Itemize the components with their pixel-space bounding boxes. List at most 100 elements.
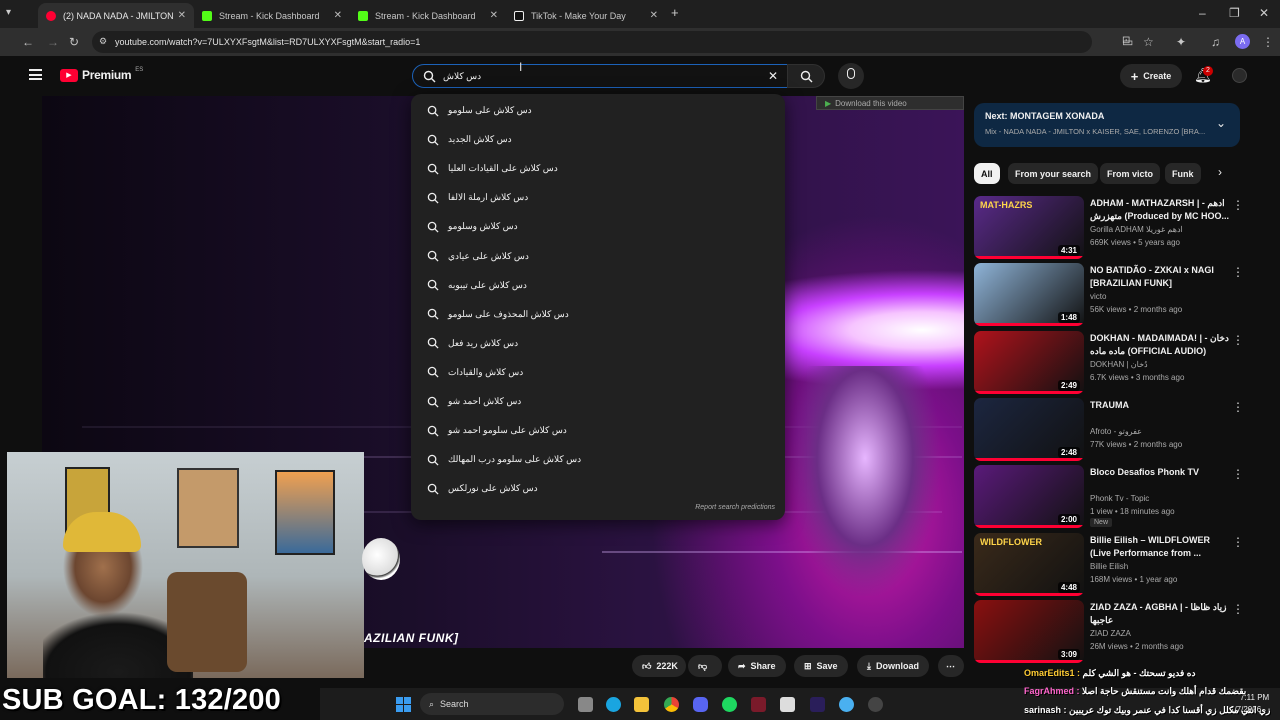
recommended-video[interactable]: 2:48 TRAUMA Afroto - عفروتو 77K views • 2 m… (974, 397, 1244, 462)
tab-tiktok[interactable]: TikTok - Make Your Day ✕ (506, 3, 666, 28)
search-input[interactable]: دس كلاش (443, 71, 481, 82)
dislike-button[interactable]: 👎︎ (688, 655, 722, 677)
search-suggestion[interactable]: دس كلاش الجديد (411, 125, 785, 154)
extensions-icon[interactable]: ✦ (1176, 35, 1186, 49)
site-info-icon[interactable]: ⚙ (99, 36, 107, 47)
chrome-icon[interactable] (664, 697, 679, 712)
search-suggestion[interactable]: دس كلاش على سلومو (411, 96, 785, 125)
close-icon[interactable]: ✕ (334, 10, 342, 21)
app-icon[interactable] (839, 697, 854, 712)
discord-icon[interactable] (693, 697, 708, 712)
video-thumbnail[interactable]: 3:09 (974, 599, 1084, 663)
filter-chip[interactable]: Funk (1165, 163, 1201, 184)
tab-kick-2[interactable]: Stream - Kick Dashboard ✕ (350, 3, 506, 28)
search-suggestion[interactable]: دس كلاش على نورلكس (411, 474, 785, 503)
video-thumbnail[interactable]: WILDFLOWER 4:48 (974, 532, 1084, 596)
app-icon[interactable] (780, 697, 795, 712)
bookmark-star-icon[interactable]: ☆ (1143, 35, 1154, 49)
video-thumbnail[interactable]: MAT-HAZRS 4:31 (974, 196, 1084, 259)
tab-kick-1[interactable]: Stream - Kick Dashboard ✕ (194, 3, 350, 28)
close-window-button[interactable]: ✕ (1259, 6, 1269, 20)
search-suggestion[interactable]: دس كلاش وسلومو (411, 212, 785, 241)
notifications-button[interactable]: 🔔︎ 2 (1194, 66, 1213, 85)
minimize-button[interactable]: – (1199, 6, 1206, 20)
voice-search-button[interactable] (838, 63, 864, 89)
recommended-video[interactable]: WILDFLOWER 4:48 Billie Eilish – WILDFLOWER… (974, 532, 1244, 597)
more-options-icon[interactable]: ⋮ (1232, 602, 1244, 616)
like-button[interactable]: 👍︎ 222K (632, 655, 686, 677)
file-explorer-icon[interactable] (634, 697, 649, 712)
channel-name[interactable]: ZIAD ZAZA (1090, 629, 1131, 638)
filter-chip[interactable]: From your search (1008, 163, 1099, 184)
search-suggestion[interactable]: دس كلاش ارملة الالفا (411, 183, 785, 212)
search-suggestion[interactable]: دس كلاش احمد شو (411, 387, 785, 416)
recommended-video[interactable]: 2:00 Bloco Desafios Phonk TV Phonk Tv - To… (974, 465, 1244, 529)
channel-name[interactable]: Phonk Tv - Topic (1090, 494, 1149, 503)
menu-icon[interactable]: ⋮ (1262, 35, 1274, 49)
windows-start-icon[interactable] (396, 697, 411, 712)
app-icon[interactable] (751, 697, 766, 712)
search-suggestion[interactable]: دس كلاش ريد فعل (411, 329, 785, 358)
next-up-panel[interactable]: Next: MONTAGEM XONADA Mix - NADA NADA - … (974, 103, 1240, 147)
search-button[interactable] (787, 64, 825, 88)
reload-icon[interactable]: ↻ (69, 35, 79, 49)
more-options-icon[interactable]: ⋮ (1232, 535, 1244, 549)
edge-icon[interactable] (606, 697, 621, 712)
search-suggestion[interactable]: دس كلاش على سلومو درب المهالك (411, 445, 785, 474)
video-title[interactable]: DOKHAN - MADAIMADA! | دخان - ماده ماده (… (1090, 332, 1230, 358)
chips-next-icon[interactable]: › (1218, 165, 1222, 179)
video-title[interactable]: TRAUMA (1090, 399, 1230, 412)
channel-name[interactable]: DOKHAN | دُخان (1090, 360, 1148, 369)
clear-search-icon[interactable]: ✕ (768, 69, 778, 83)
download-overlay[interactable]: ▶ Download this video (816, 96, 964, 110)
search-suggestion[interactable]: دس كلاش على تيبوبه (411, 271, 785, 300)
video-thumbnail[interactable]: 2:49 (974, 330, 1084, 394)
video-thumbnail[interactable]: 2:48 (974, 397, 1084, 461)
more-options-icon[interactable]: ⋮ (1232, 198, 1244, 212)
close-icon[interactable]: ✕ (178, 10, 186, 21)
obs-icon[interactable] (868, 697, 883, 712)
forward-icon[interactable]: → (47, 35, 59, 49)
search-box[interactable]: دس كلاش I ✕ (412, 60, 788, 88)
channel-name[interactable]: Billie Eilish (1090, 562, 1128, 571)
more-options-icon[interactable]: ⋮ (1232, 265, 1244, 279)
chevron-down-icon[interactable]: ⌄ (1216, 116, 1226, 130)
recommended-video[interactable]: 1:48 NO BATIDÃO - ZXKAI x NAGI [BRAZILIAN… (974, 263, 1244, 327)
video-thumbnail[interactable]: 1:48 (974, 263, 1084, 327)
more-options-icon[interactable]: ⋮ (1232, 400, 1244, 414)
more-options-icon[interactable]: ⋮ (1232, 467, 1244, 481)
recommended-video[interactable]: 2:49 DOKHAN - MADAIMADA! | دخان - ماده ما… (974, 330, 1244, 395)
report-predictions-link[interactable]: Report search predictions (695, 504, 775, 511)
recommended-video[interactable]: MAT-HAZRS 4:31 ADHAM - MATHAZARSH | ادهم -… (974, 196, 1244, 260)
cast-icon[interactable]: ▭ (1122, 35, 1133, 49)
search-suggestion[interactable]: دس كلاش على عيادي (411, 242, 785, 271)
address-bar[interactable]: ⚙ youtube.com/watch?v=7ULXYXFsgtM&list=R… (92, 31, 1130, 53)
more-options-icon[interactable]: ⋮ (1232, 333, 1244, 347)
search-suggestion[interactable]: دس كلاش المحذوف على سلومو (411, 300, 785, 329)
save-button[interactable]: ⊞ Save (794, 655, 848, 677)
new-tab-button[interactable]: + (671, 5, 679, 20)
media-icon[interactable]: ♫ (1211, 35, 1220, 49)
video-title[interactable]: Billie Eilish – WILDFLOWER (Live Perform… (1090, 534, 1230, 560)
video-title[interactable]: ADHAM - MATHAZARSH | ادهم - متهزرش (Prod… (1090, 197, 1230, 223)
tab-youtube[interactable]: (2) NADA NADA - JMILTON x K ✕ (38, 3, 194, 28)
tab-search-icon[interactable]: ▾ (6, 7, 11, 18)
account-avatar[interactable] (1232, 68, 1247, 83)
video-title[interactable]: Bloco Desafios Phonk TV (1090, 466, 1230, 479)
hamburger-menu-icon[interactable] (29, 69, 42, 80)
premiere-icon[interactable] (810, 697, 825, 712)
filter-chip[interactable]: All (974, 163, 1000, 184)
spotify-icon[interactable] (722, 697, 737, 712)
search-suggestion[interactable]: دس كلاش على سلومو احمد شو (411, 416, 785, 445)
video-title[interactable]: NO BATIDÃO - ZXKAI x NAGI [BRAZILIAN FUN… (1090, 264, 1230, 290)
recommended-video[interactable]: 3:09 ZIAD ZAZA - AGBHA | زياد ظاظا - عاجب… (974, 599, 1244, 664)
task-view-icon[interactable] (578, 697, 593, 712)
maximize-button[interactable]: ❐ (1229, 6, 1240, 20)
close-icon[interactable]: ✕ (650, 10, 658, 21)
filter-chip[interactable]: From victo (1100, 163, 1161, 184)
close-icon[interactable]: ✕ (490, 10, 498, 21)
search-suggestion[interactable]: دس كلاش على القيادات العليا (411, 154, 785, 183)
create-button[interactable]: + Create (1120, 64, 1182, 88)
video-thumbnail[interactable]: 2:00 (974, 465, 1084, 529)
youtube-logo[interactable]: ▶ Premium ES (60, 67, 143, 82)
